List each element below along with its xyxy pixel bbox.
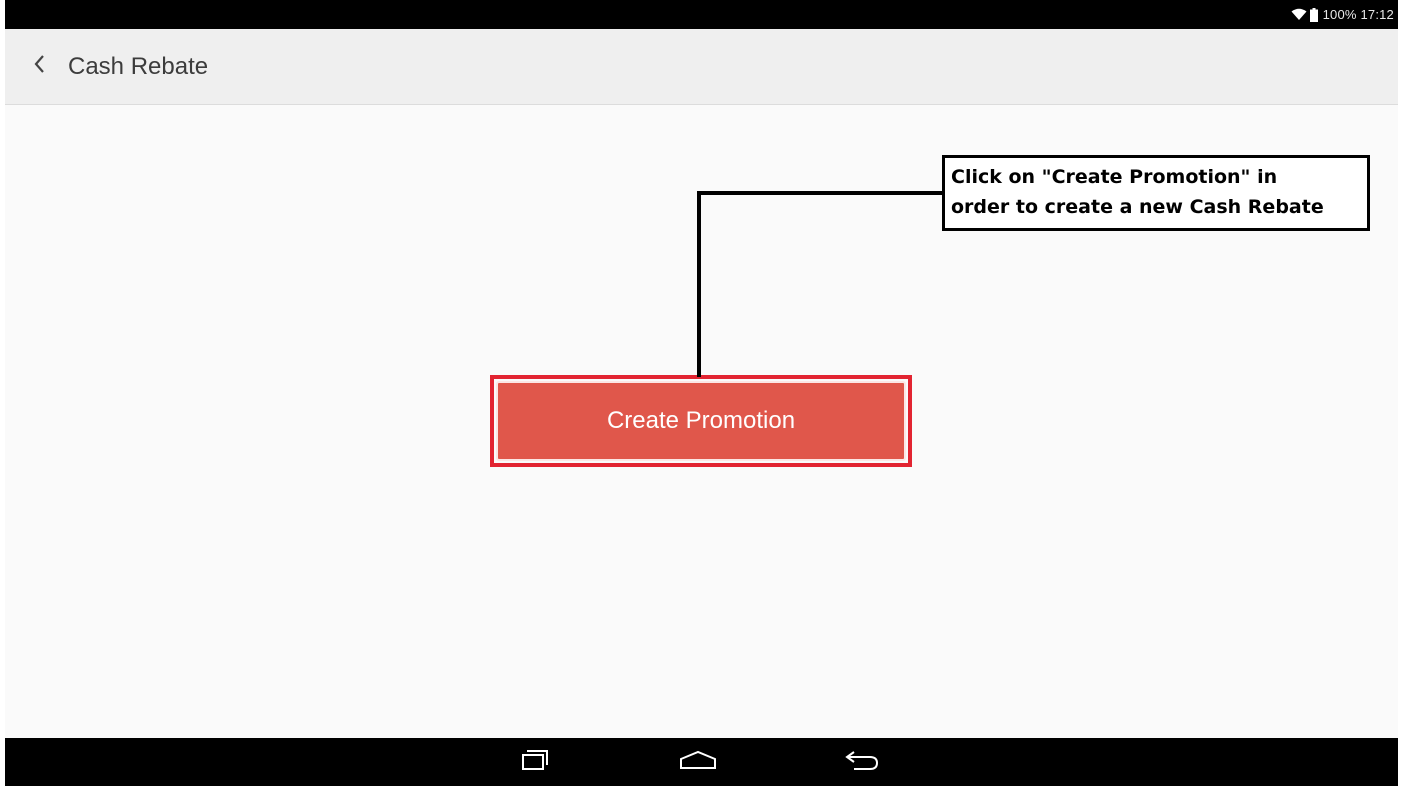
battery-icon [1309,7,1318,22]
recent-apps-icon [522,749,548,776]
callout-connector-horizontal [697,191,942,195]
device-screen: 100% 17:12 Cash Rebate Create Promotion … [5,0,1398,786]
create-promotion-button[interactable]: Create Promotion [496,381,906,461]
wifi-icon [1291,8,1307,21]
annotation-callout: Click on "Create Promotion" in order to … [942,155,1370,231]
home-button[interactable] [663,738,733,786]
annotation-line-1: Click on "Create Promotion" in [951,166,1278,188]
status-bar: 100% 17:12 [5,0,1398,29]
chevron-left-icon [33,53,47,80]
system-back-button[interactable] [828,738,898,786]
callout-connector-vertical [697,191,701,377]
navigation-bar [5,738,1398,786]
back-icon [844,748,882,777]
status-text: 100% 17:12 [1322,7,1394,22]
back-button[interactable] [5,29,75,105]
page-title: Cash Rebate [68,52,209,80]
home-icon [679,750,717,775]
annotation-line-2: order to create a new Cash Rebate [951,196,1324,218]
recent-apps-button[interactable] [500,738,570,786]
app-bar: Cash Rebate [5,29,1398,105]
